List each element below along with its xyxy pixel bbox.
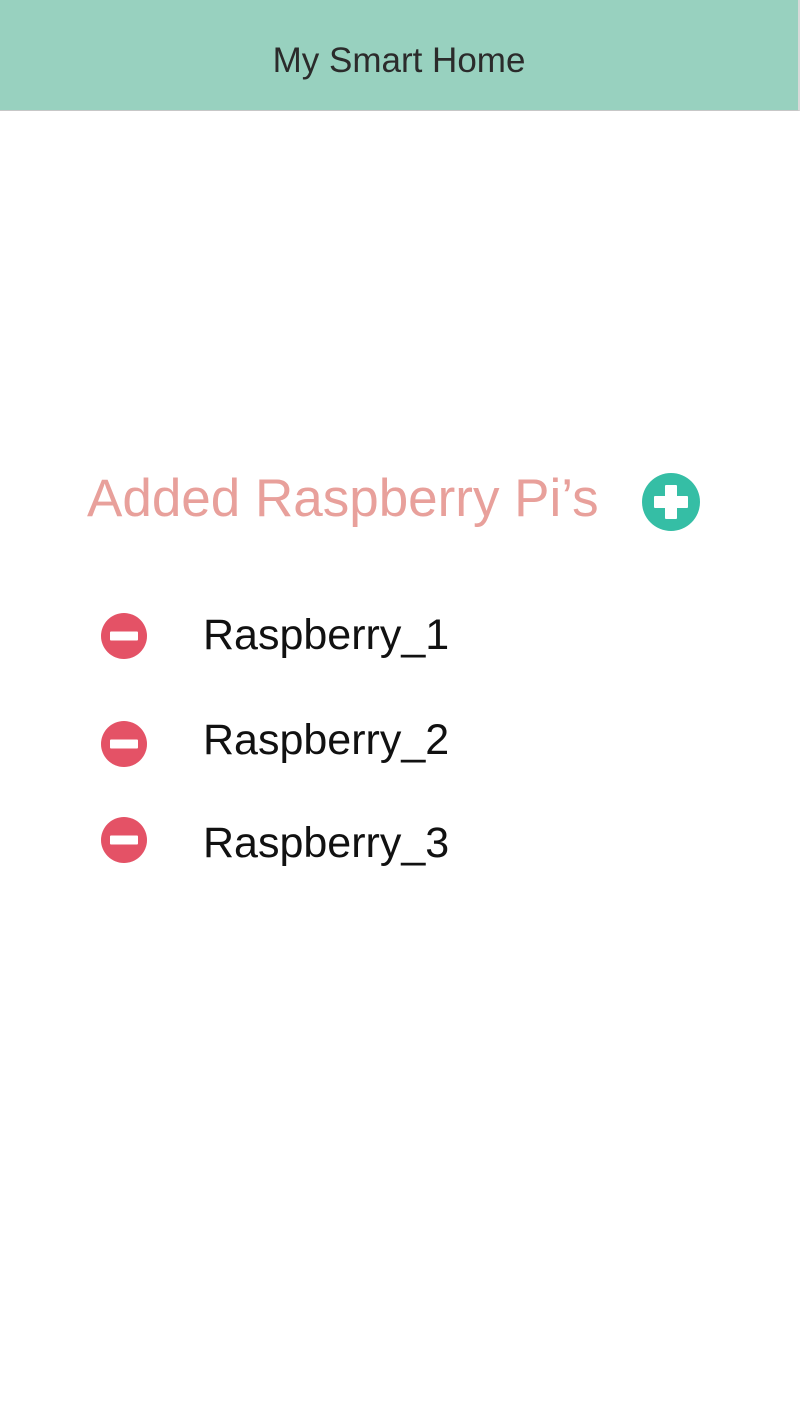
device-name: Raspberry_1: [203, 611, 450, 659]
remove-device-button[interactable]: [101, 613, 147, 659]
minus-circle-icon: [101, 721, 147, 767]
list-item: Raspberry_1: [0, 611, 800, 673]
section-title: Added Raspberry Pi’s: [87, 469, 599, 528]
app-title: My Smart Home: [272, 41, 526, 80]
plus-circle-icon: [642, 473, 700, 531]
device-name: Raspberry_2: [203, 716, 450, 764]
list-item: Raspberry_3: [0, 817, 800, 877]
remove-device-button[interactable]: [101, 721, 147, 767]
list-item: Raspberry_2: [0, 716, 800, 781]
minus-circle-icon: [101, 613, 147, 659]
minus-circle-icon: [101, 817, 147, 863]
remove-device-button[interactable]: [101, 817, 147, 863]
app-bar: My Smart Home: [0, 0, 800, 111]
device-name: Raspberry_3: [203, 819, 450, 867]
add-raspberry-pi-button[interactable]: [642, 473, 700, 531]
